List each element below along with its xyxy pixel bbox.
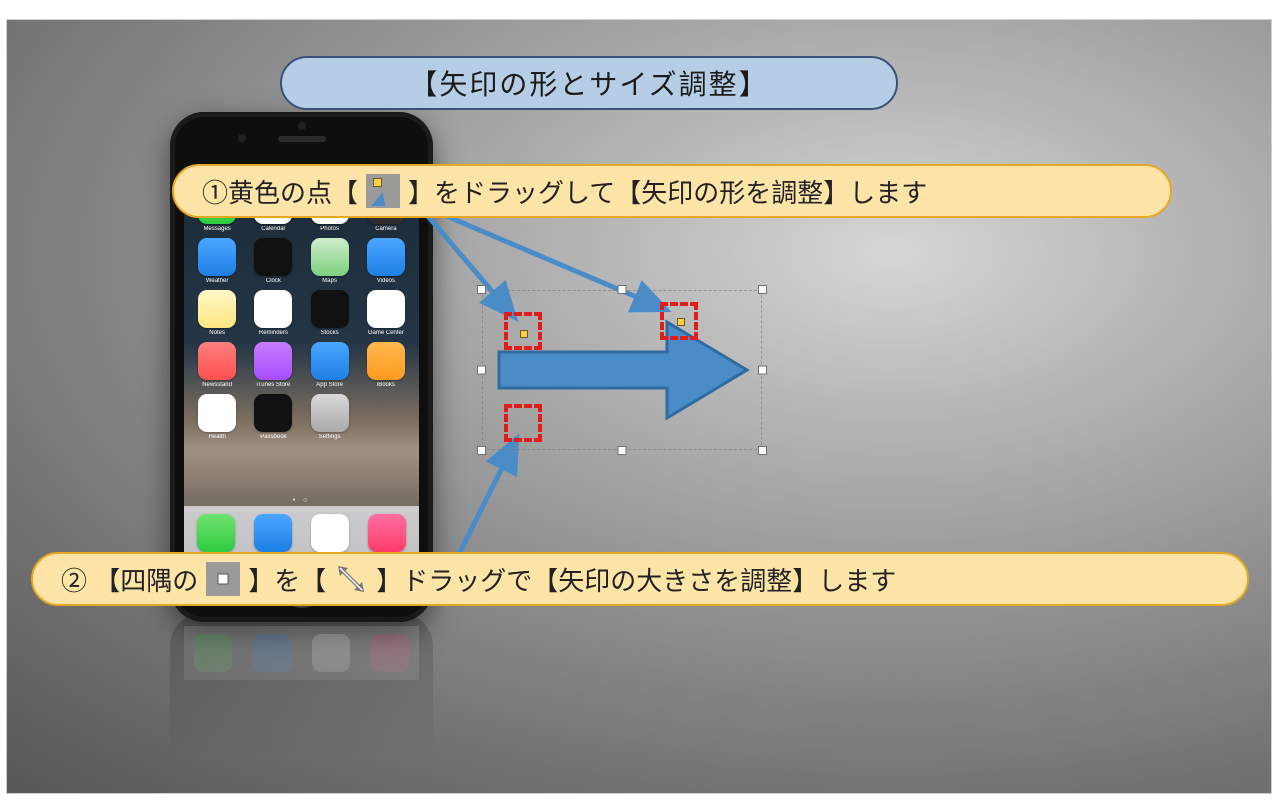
app-icon	[198, 394, 236, 432]
highlight-box	[504, 312, 542, 350]
app-label: Camera	[362, 226, 410, 232]
app-icon	[311, 342, 349, 380]
app-label: Messages	[193, 226, 241, 232]
title-text: 【矢印の形とサイズ調整】	[409, 63, 768, 103]
resize-handle-tr[interactable]	[758, 285, 767, 294]
slide-canvas: ••••• T 9:41 AM 100% MessagesCalendarPho…	[7, 20, 1271, 793]
phone-reflection	[170, 612, 433, 802]
dock-icon-reflection	[312, 634, 350, 672]
step2-mid: 】を【	[248, 561, 326, 598]
step1-callout: ①黄色の点【 】をドラッグして【矢印の形を調整】します	[172, 164, 1172, 218]
app-icon-notes: Notes	[190, 290, 244, 336]
dock-icon-mail	[254, 514, 292, 552]
dock-icon-reflection	[253, 634, 291, 672]
arrow-shape-selection[interactable]	[482, 290, 762, 450]
app-icon-itunes-store: iTunes Store	[246, 342, 300, 388]
app-label: Clock	[249, 278, 297, 284]
step2-callout: ② 【四隅の 】を【 】ドラッグで【矢印の大きさを調整】します	[31, 552, 1249, 606]
dock-icon-safari	[311, 514, 349, 552]
app-icon-stocks: Stocks	[303, 290, 357, 336]
app-label: App Store	[306, 382, 354, 388]
phone-camera	[238, 134, 246, 142]
app-icon-videos: Videos	[359, 238, 413, 284]
resize-handle-bm[interactable]	[618, 446, 627, 455]
app-icon-newsstand: Newsstand	[190, 342, 244, 388]
phone-sensor	[298, 122, 306, 130]
app-label: Weather	[193, 278, 241, 284]
app-icon-settings: Settings	[303, 394, 357, 440]
app-label: Photos	[306, 226, 354, 232]
app-label: iBooks	[362, 382, 410, 388]
app-icon	[254, 238, 292, 276]
app-icon-health: Health	[190, 394, 244, 440]
step1-pre: ①黄色の点【	[202, 173, 358, 210]
highlight-box	[504, 404, 542, 442]
app-icon	[198, 342, 236, 380]
app-label: Settings	[306, 434, 354, 440]
app-icon-ibooks: iBooks	[359, 342, 413, 388]
phone-speaker	[278, 136, 326, 142]
app-icon	[367, 238, 405, 276]
app-label: Health	[193, 434, 241, 440]
phone-screen: ••••• T 9:41 AM 100% MessagesCalendarPho…	[184, 166, 419, 560]
app-label: Videos	[362, 278, 410, 284]
dock-icon-reflection	[194, 634, 232, 672]
dock-reflection	[184, 626, 419, 680]
step1-post: 】をドラッグして【矢印の形を調整】します	[408, 173, 927, 210]
yellow-adjust-handle-icon	[366, 174, 400, 208]
app-icon-clock: Clock	[246, 238, 300, 284]
step2-post: 】ドラッグで【矢印の大きさを調整】します	[376, 561, 896, 598]
highlight-box	[660, 302, 698, 340]
resize-handle-icon	[206, 562, 240, 596]
page-dots: • ○	[184, 497, 419, 504]
dock-icon-reflection	[371, 634, 409, 672]
app-label: Passbook	[249, 434, 297, 440]
app-icon-weather: Weather	[190, 238, 244, 284]
app-label: iTunes Store	[249, 382, 297, 388]
app-icon-maps: Maps	[303, 238, 357, 284]
app-icon	[367, 290, 405, 328]
app-label: Newsstand	[193, 382, 241, 388]
app-icon-reminders: Reminders	[246, 290, 300, 336]
app-icon	[198, 290, 236, 328]
title-callout: 【矢印の形とサイズ調整】	[280, 56, 898, 110]
app-icon-passbook: Passbook	[246, 394, 300, 440]
resize-handle-mr[interactable]	[758, 366, 767, 375]
dock-icon-phone	[197, 514, 235, 552]
resize-handle-br[interactable]	[758, 446, 767, 455]
resize-handle-bl[interactable]	[477, 446, 486, 455]
app-icon-app-store: App Store	[303, 342, 357, 388]
app-label: Reminders	[249, 330, 297, 336]
resize-handle-ml[interactable]	[477, 366, 486, 375]
app-icon	[254, 394, 292, 432]
app-icon	[311, 238, 349, 276]
resize-handle-tl[interactable]	[477, 285, 486, 294]
app-label: Calendar	[249, 226, 297, 232]
app-label: Game Center	[362, 330, 410, 336]
app-label: Maps	[306, 278, 354, 284]
resize-handle-tm[interactable]	[618, 285, 627, 294]
app-icon	[254, 342, 292, 380]
app-icon-game-center: Game Center	[359, 290, 413, 336]
step2-pre: ② 【四隅の	[61, 561, 198, 598]
app-icon	[254, 290, 292, 328]
app-icon	[311, 290, 349, 328]
app-label: Notes	[193, 330, 241, 336]
app-grid: Messages Calendar Photos Camera Weather Clock…	[184, 180, 419, 440]
app-icon	[311, 394, 349, 432]
diagonal-resize-cursor-icon	[334, 562, 368, 596]
app-icon	[367, 342, 405, 380]
dock-icon-music	[368, 514, 406, 552]
app-icon	[198, 238, 236, 276]
app-label: Stocks	[306, 330, 354, 336]
